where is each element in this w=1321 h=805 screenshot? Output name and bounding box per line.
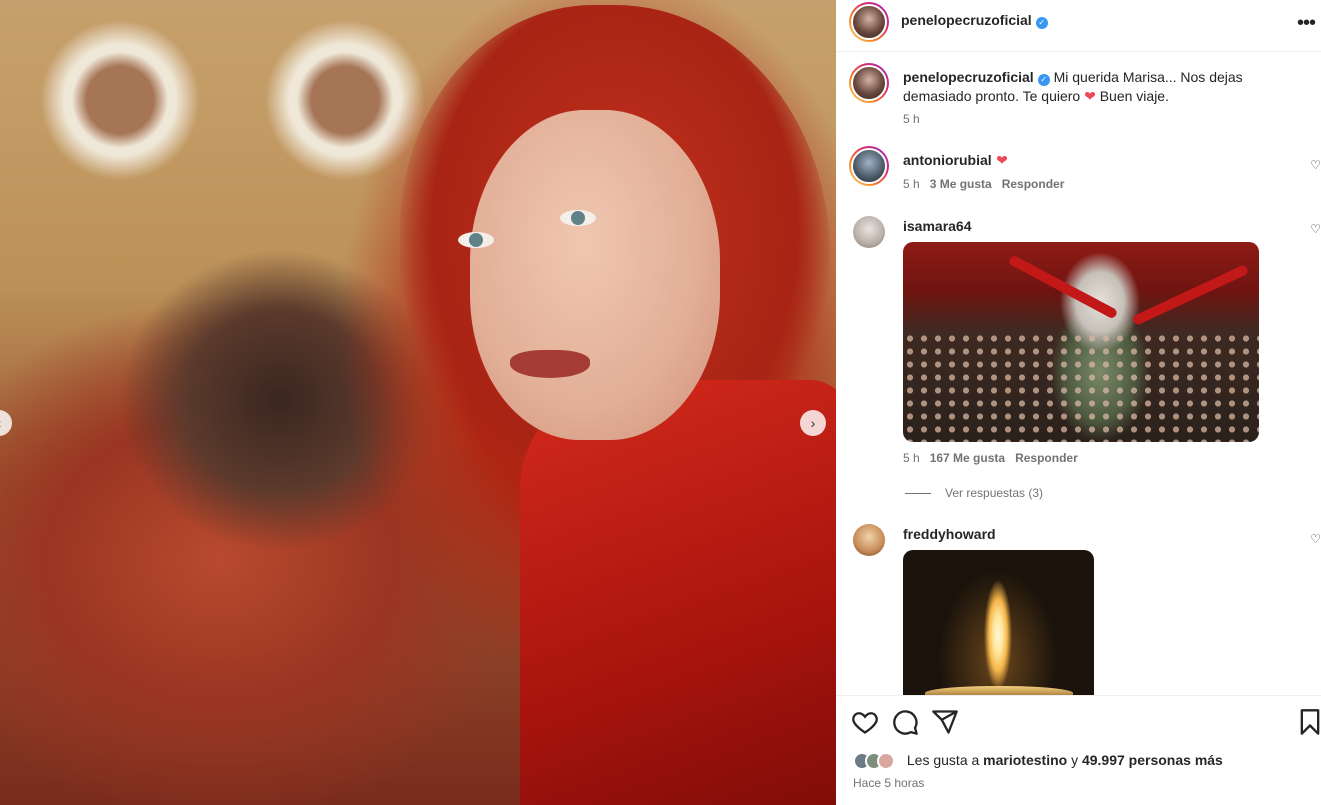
chevron-right-icon: › [810,415,816,431]
comment-bubble-icon[interactable] [891,708,919,736]
comment-meta: 5 h 3 Me gusta Responder [903,177,1064,191]
comment-likes[interactable]: 3 Me gusta [930,177,992,191]
post-time: Hace 5 horas [853,776,925,790]
comment-avatar[interactable] [853,216,885,248]
red-heart-emoji-icon: ❤ [996,152,1008,168]
divider-line [905,493,931,495]
media-face-shape [470,110,720,440]
author-avatar[interactable] [849,2,889,42]
comment-username[interactable]: freddyhoward [903,526,996,542]
likes-connector: y [1071,752,1079,768]
comment-like-icon[interactable]: ♡ [1310,532,1321,546]
gif-left-arm [1007,254,1119,320]
reply-button[interactable]: Responder [1015,451,1078,465]
comment-item: freddyhoward ♡ [903,526,1321,546]
share-send-icon[interactable] [931,708,959,736]
comment-username[interactable]: antoniorubial [903,152,992,168]
comment-avatar[interactable] [849,146,889,186]
caption-username[interactable]: penelopecruzoficial [903,69,1034,85]
chevron-left-icon: ‹ [0,415,1,431]
reply-button[interactable]: Responder [1002,177,1065,191]
media-mouth-shape [510,350,590,378]
view-replies-label: Ver respuestas (3) [945,486,1044,500]
more-options-icon[interactable]: ••• [1297,12,1316,35]
post-header: penelopecruzoficial ✓ ••• [836,0,1321,52]
comment-likes[interactable]: 167 Me gusta [930,451,1005,465]
media-jacket-shape [520,380,836,805]
likes-count[interactable]: 49.997 personas más [1082,752,1223,768]
post-media-image[interactable]: ‹ › [0,0,836,805]
author-username[interactable]: penelopecruzoficial ✓ [901,12,1048,29]
likes-summary[interactable]: Les gusta a mariotestino y 49.997 person… [853,752,1223,771]
post-actions-bar: Les gusta a mariotestino y 49.997 person… [836,695,1321,805]
save-bookmark-icon[interactable] [1296,708,1321,736]
carousel-prev-button[interactable]: ‹ [0,410,12,436]
caption-end: Buen viaje. [1099,88,1169,104]
caption-author-avatar[interactable] [849,63,889,103]
carousel-next-button[interactable]: › [800,410,826,436]
red-heart-icon: ❤ [1084,88,1096,104]
media-eye-left [458,232,494,248]
comment-meta: 5 h 167 Me gusta Responder [903,451,1078,465]
candle-gif-attachment[interactable] [903,550,1094,700]
liker-username[interactable]: mariotestino [983,752,1067,768]
like-heart-icon[interactable] [851,708,879,736]
comment-avatar[interactable] [853,524,885,556]
caption-timestamp: 5 h [903,112,920,126]
gif-right-arm [1131,264,1250,326]
gif-crowd-pattern [903,332,1259,442]
media-eye-right [560,210,596,226]
post-caption: penelopecruzoficial ✓ Mi querida Marisa..… [903,68,1313,106]
verified-badge-icon: ✓ [1035,17,1048,29]
post-side-panel: penelopecruzoficial ✓ ••• penelopecruzofi… [836,0,1321,805]
verified-badge-icon: ✓ [1037,74,1050,86]
likes-prefix: Les gusta a [906,752,980,768]
liker-avatar [877,752,895,771]
comment-time: 5 h [903,451,920,465]
comment-like-icon[interactable]: ♡ [1310,222,1321,236]
comment-item: isamara64 ♡ [903,218,1321,238]
view-replies-button[interactable]: Ver respuestas (3) [905,486,1043,500]
comment-username[interactable]: isamara64 [903,218,972,234]
theater-gif-attachment[interactable] [903,242,1259,442]
comment-like-icon[interactable]: ♡ [1310,158,1321,172]
comment-time: 5 h [903,177,920,191]
